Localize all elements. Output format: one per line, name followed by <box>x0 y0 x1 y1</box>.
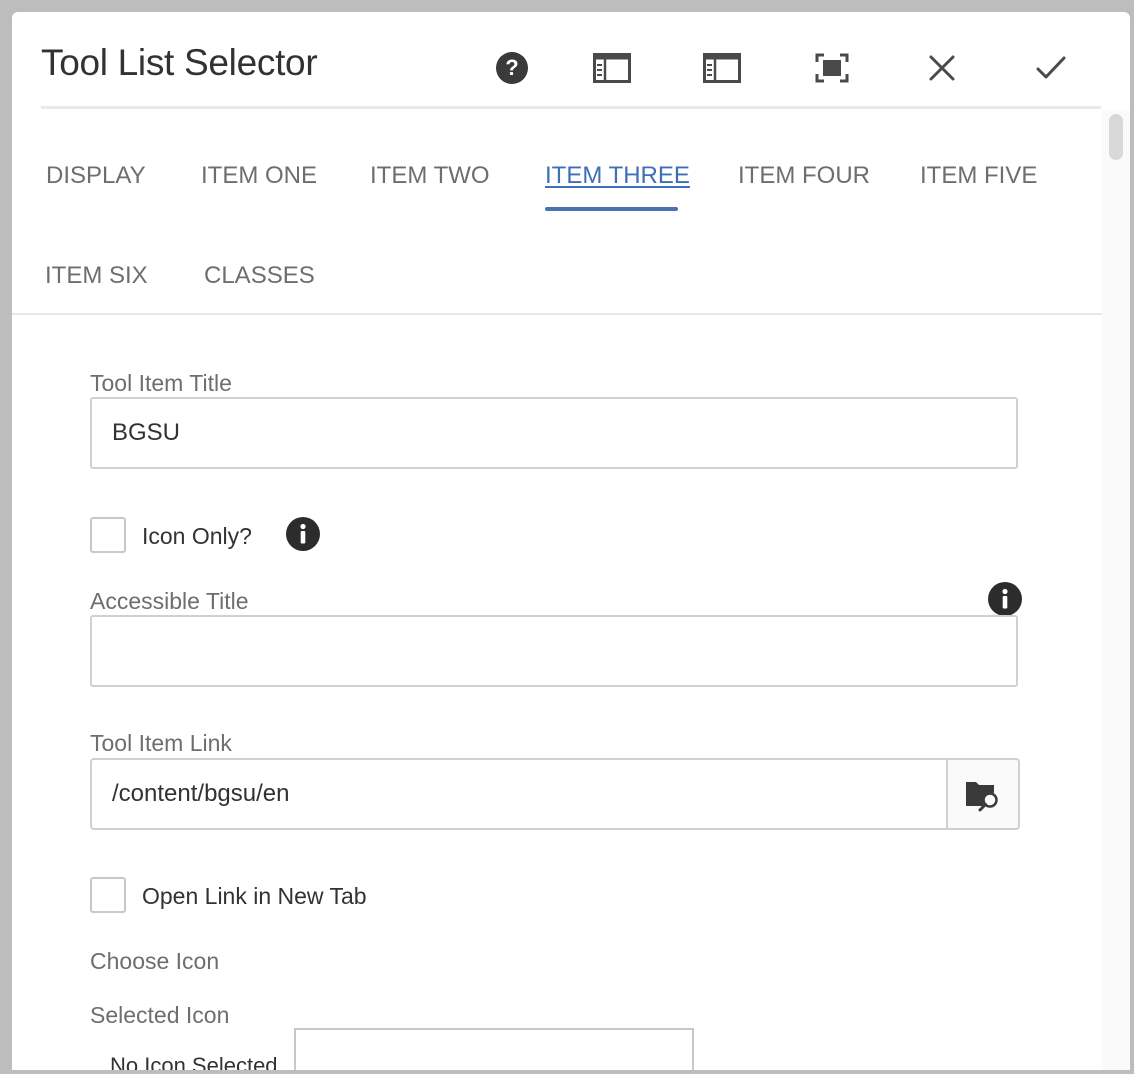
scrollbar[interactable] <box>1102 110 1130 1070</box>
tab-list: DISPLAY ITEM ONE ITEM TWO ITEM THREE ITE… <box>12 110 1102 315</box>
selected-icon-label: Selected Icon <box>90 1002 230 1028</box>
browse-path-button[interactable] <box>946 758 1020 830</box>
no-icon-selected-text: No Icon Selected <box>110 1053 278 1070</box>
dialog-content: DISPLAY ITEM ONE ITEM TWO ITEM THREE ITE… <box>12 110 1102 1070</box>
tab-item-four[interactable]: ITEM FOUR <box>738 162 870 190</box>
scrollbar-thumb[interactable] <box>1109 114 1123 160</box>
toggle-side-panel-alt-button[interactable] <box>702 48 742 88</box>
active-tab-indicator <box>545 207 678 211</box>
tool-item-title-input[interactable] <box>90 397 1018 469</box>
fullscreen-icon <box>815 53 849 83</box>
panel-left-icon <box>593 53 631 83</box>
accessible-title-input[interactable] <box>90 615 1018 687</box>
fullscreen-button[interactable] <box>812 48 852 88</box>
panel-left-icon <box>703 53 741 83</box>
tool-item-title-label: Tool Item Title <box>90 370 232 396</box>
info-icon[interactable] <box>286 517 320 551</box>
tab-display[interactable]: DISPLAY <box>46 162 146 190</box>
close-button[interactable] <box>922 48 962 88</box>
done-button[interactable] <box>1031 48 1071 88</box>
info-icon[interactable] <box>988 582 1022 616</box>
dialog-title: Tool List Selector <box>41 42 318 83</box>
tab-item-six[interactable]: ITEM SIX <box>45 262 148 290</box>
tab-item-two[interactable]: ITEM TWO <box>370 162 490 190</box>
help-button[interactable]: ? <box>492 48 532 88</box>
open-new-tab-label: Open Link in New Tab <box>142 883 367 909</box>
choose-icon-label: Choose Icon <box>90 948 220 974</box>
tab-classes[interactable]: CLASSES <box>204 262 315 290</box>
icon-only-label: Icon Only? <box>142 523 252 549</box>
dialog-header: Tool List Selector ? <box>12 12 1130 110</box>
toggle-side-panel-button[interactable] <box>592 48 632 88</box>
selected-icon-preview <box>294 1028 694 1070</box>
svg-text:?: ? <box>505 55 518 80</box>
close-icon <box>929 55 955 81</box>
open-new-tab-checkbox[interactable] <box>90 877 126 913</box>
folder-search-icon <box>966 782 998 812</box>
tool-item-link-label: Tool Item Link <box>90 730 232 756</box>
icon-only-checkbox[interactable] <box>90 517 126 553</box>
dialog: Tool List Selector ? DISPLAY ITEM ONE IT… <box>12 12 1130 1070</box>
help-icon: ? <box>496 52 528 84</box>
tab-item-one[interactable]: ITEM ONE <box>201 162 317 190</box>
accessible-title-label: Accessible Title <box>90 588 249 614</box>
tool-item-link-input[interactable] <box>90 758 948 830</box>
header-divider <box>41 106 1101 109</box>
tab-item-five[interactable]: ITEM FIVE <box>920 162 1037 190</box>
check-icon <box>1036 56 1066 79</box>
tab-item-three[interactable]: ITEM THREE <box>545 162 690 190</box>
